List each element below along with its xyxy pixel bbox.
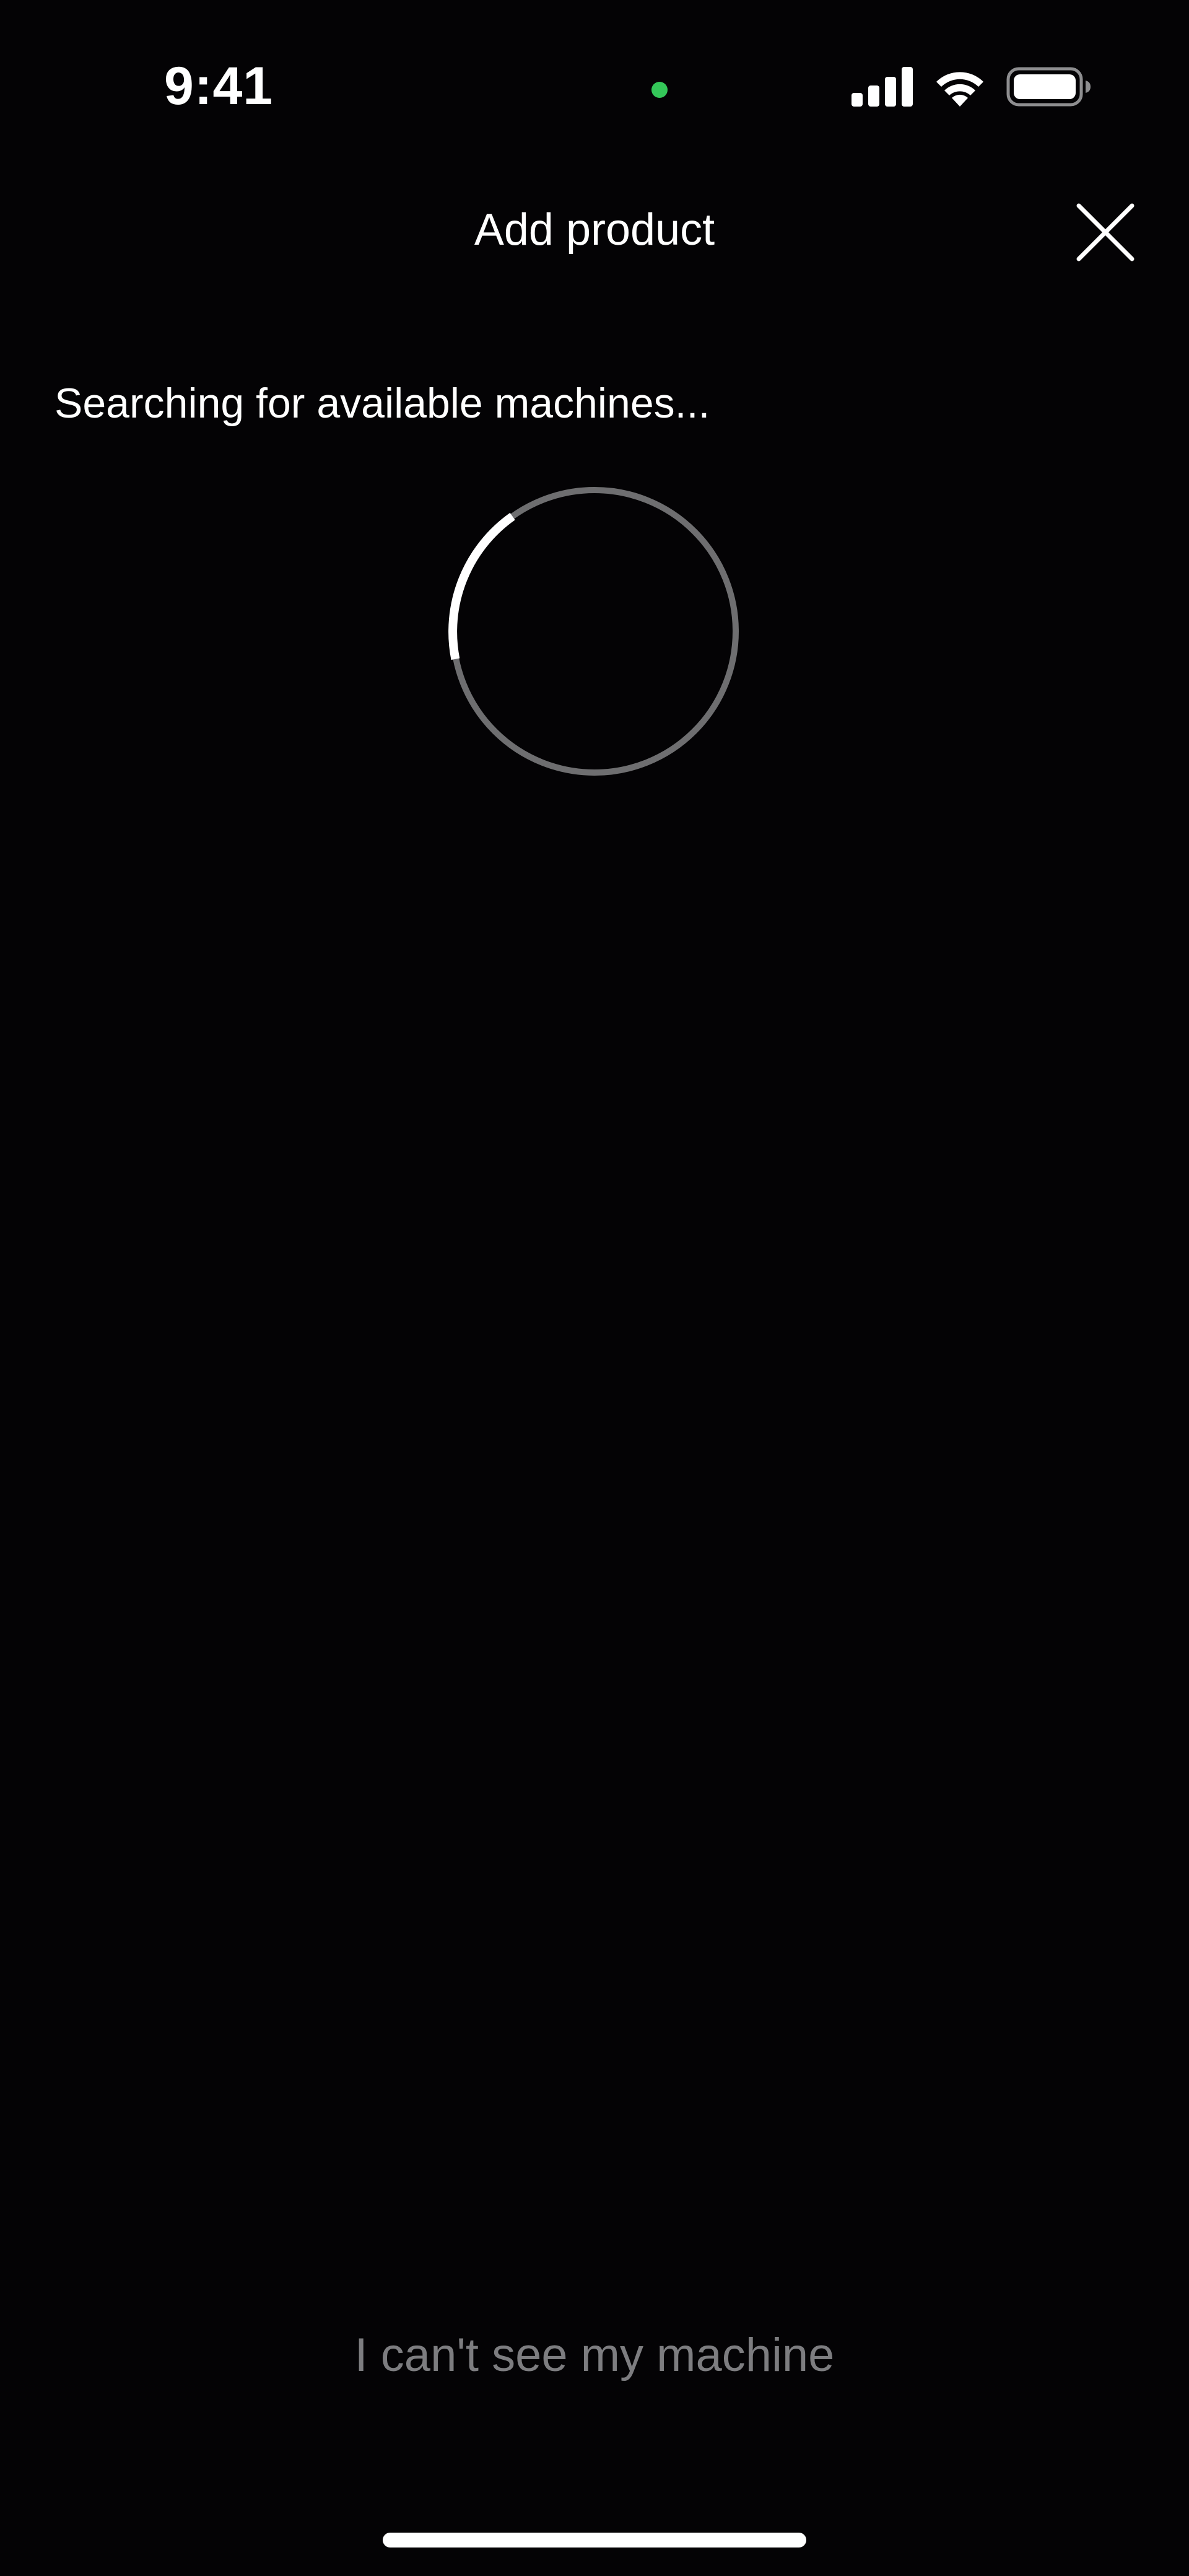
wifi-icon [936,72,983,107]
search-status-text: Searching for available machines... [54,380,710,427]
battery-icon [1006,67,1091,107]
status-time: 9:41 [164,56,274,116]
status-bar: 9:41 [0,0,1189,180]
privacy-indicator-dot [651,82,668,98]
loading-spinner-icon [448,487,739,776]
page-title: Add product [474,205,715,255]
cant-see-machine-link[interactable]: I can't see my machine [0,2328,1189,2382]
cellular-signal-icon [851,67,913,107]
close-icon [1076,203,1135,261]
home-indicator [383,2533,806,2548]
close-button[interactable] [1071,198,1139,266]
